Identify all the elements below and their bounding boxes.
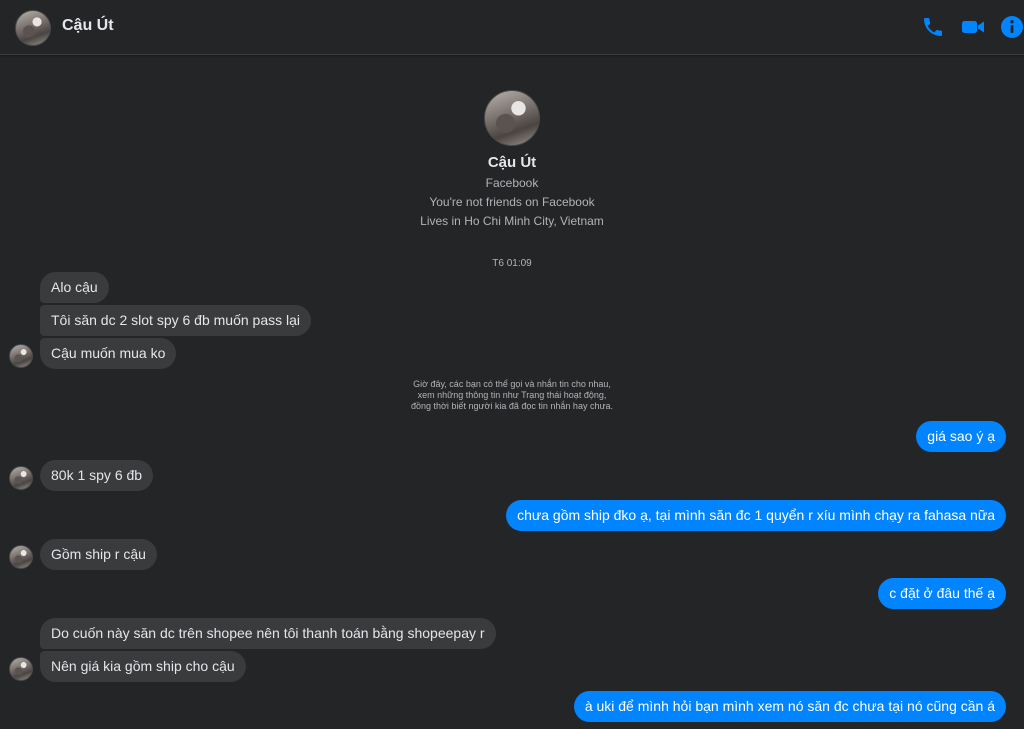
friend-status: You're not friends on Facebook — [429, 195, 595, 209]
notice-line: Giờ đây, các bạn có thể gọi và nhắn tin … — [413, 379, 611, 389]
profile-source: Facebook — [485, 176, 539, 190]
outgoing-message[interactable]: c đặt ở đâu thế ạ — [878, 578, 1006, 609]
message-timestamp: T6 01:09 — [492, 258, 532, 269]
sender-avatar[interactable] — [9, 545, 33, 569]
sender-avatar[interactable] — [9, 657, 33, 681]
incoming-message[interactable]: 80k 1 spy 6 đb — [40, 460, 154, 491]
incoming-message[interactable]: Nên giá kia gồm ship cho cậu — [40, 651, 246, 682]
profile-avatar[interactable] — [484, 90, 540, 146]
profile-location: Lives in Ho Chi Minh City, Vietnam — [420, 214, 604, 228]
notice-line: đồng thời biết người kia đã đọc tin nhắn… — [411, 401, 613, 411]
outgoing-message[interactable]: à uki để mình hỏi bạn mình xem nó săn đc… — [573, 691, 1006, 722]
phone-icon[interactable] — [921, 15, 945, 39]
connection-notice: Giờ đây, các bạn có thể gọi và nhắn tin … — [0, 379, 1024, 412]
profile-name: Cậu Út — [487, 154, 537, 171]
contact-profile-card: Cậu Út Facebook You're not friends on Fa… — [0, 90, 1024, 228]
incoming-message[interactable]: Tôi săn dc 2 slot spy 6 đb muốn pass lại — [40, 305, 312, 336]
sender-avatar[interactable] — [9, 344, 33, 368]
contact-name[interactable]: Cậu Út — [62, 17, 114, 35]
video-camera-icon[interactable] — [961, 15, 985, 39]
incoming-message[interactable]: Gồm ship r cậu — [40, 539, 157, 570]
sender-avatar[interactable] — [9, 466, 33, 490]
chat-header: Cậu Út — [0, 0, 1024, 55]
contact-avatar[interactable] — [15, 10, 51, 46]
incoming-message[interactable]: Cậu muốn mua ko — [40, 338, 177, 369]
info-icon[interactable] — [1000, 15, 1024, 39]
notice-line: xem những thông tin như Trạng thái hoạt … — [417, 390, 607, 400]
outgoing-message[interactable]: chưa gồm ship đko ạ, tại mình săn đc 1 q… — [506, 500, 1006, 531]
outgoing-message[interactable]: giá sao ý ạ — [916, 421, 1006, 452]
incoming-message[interactable]: Alo cậu — [40, 272, 109, 303]
incoming-message[interactable]: Do cuốn này săn dc trên shopee nên tôi t… — [40, 618, 496, 649]
